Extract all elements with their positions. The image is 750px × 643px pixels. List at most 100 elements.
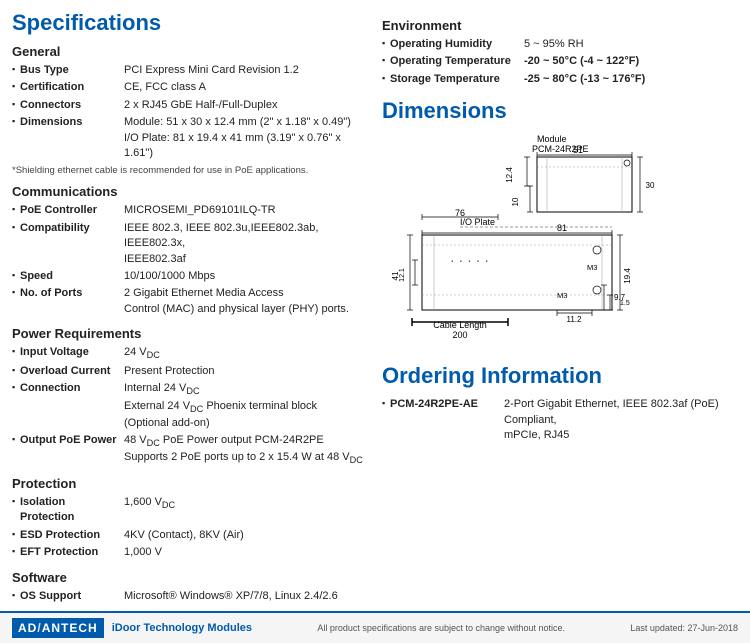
dim-30: 30 xyxy=(646,181,655,190)
table-row: Overload Current Present Protection xyxy=(12,363,366,380)
logo-ad: AD xyxy=(18,621,37,635)
table-row: Connection Internal 24 VDCExternal 24 VD… xyxy=(12,380,366,431)
advantech-logo: AD/ANTECH xyxy=(12,618,104,638)
value: 1,600 VDC xyxy=(122,494,366,527)
value: 1,000 V xyxy=(122,544,366,561)
circle-1 xyxy=(593,246,601,254)
label: Bus Type xyxy=(12,62,122,79)
label: ESD Protection xyxy=(12,527,122,544)
dim-10: 10 xyxy=(511,197,520,206)
module-label: Module xyxy=(537,134,567,144)
value: 5 ~ 95% RH xyxy=(522,36,738,53)
logo-antech: ANTECH xyxy=(42,621,98,635)
circle-2 xyxy=(593,286,601,294)
table-row: Input Voltage 24 VDC xyxy=(12,344,366,363)
label: Compatibility xyxy=(12,220,122,268)
label: Output PoE Power xyxy=(12,432,122,468)
circle-detail xyxy=(624,160,630,166)
value: 24 VDC xyxy=(122,344,366,363)
dimensions-svg: Module PCM-24R2PE 51 xyxy=(382,130,722,350)
table-row: Storage Temperature -25 ~ 80°C (-13 ~ 17… xyxy=(382,71,738,88)
label: Operating Humidity xyxy=(382,36,522,53)
value: 10/100/1000 Mbps xyxy=(122,268,366,285)
cable-length-value: 200 xyxy=(452,330,467,340)
value: CE, FCC class A xyxy=(122,79,366,96)
table-row: Bus Type PCI Express Mini Card Revision … xyxy=(12,62,366,79)
protection-heading: Protection xyxy=(12,476,366,491)
value: -25 ~ 80°C (-13 ~ 176°F) xyxy=(522,71,738,88)
value: -20 ~ 50°C (-4 ~ 122°F) xyxy=(522,53,738,70)
footer-module-label: iDoor Technology Modules xyxy=(112,622,252,634)
m3-label-2: M3 xyxy=(587,263,597,272)
environment-heading: Environment xyxy=(382,18,738,33)
label: Storage Temperature xyxy=(382,71,522,88)
table-row: Speed 10/100/1000 Mbps xyxy=(12,268,366,285)
value: Present Protection xyxy=(122,363,366,380)
table-row: PoE Controller MICROSEMI_PD69101ILQ-TR xyxy=(12,202,366,219)
label: No. of Ports xyxy=(12,285,122,318)
dim-12-4: 12.4 xyxy=(505,167,514,183)
environment-table: Operating Humidity 5 ~ 95% RH Operating … xyxy=(382,36,738,88)
label: Certification xyxy=(12,79,122,96)
table-row: No. of Ports 2 Gigabit Ethernet Media Ac… xyxy=(12,285,366,318)
dots-pattern: · · · · · xyxy=(450,252,489,268)
left-column: Specifications General Bus Type PCI Expr… xyxy=(12,10,382,605)
table-row: ESD Protection 4KV (Contact), 8KV (Air) xyxy=(12,527,366,544)
dim-19-4: 19.4 xyxy=(623,268,632,284)
power-table: Input Voltage 24 VDC Overload Current Pr… xyxy=(12,344,366,468)
value: 4KV (Contact), 8KV (Air) xyxy=(122,527,366,544)
label: PoE Controller xyxy=(12,202,122,219)
table-row: EFT Protection 1,000 V xyxy=(12,544,366,561)
table-row: Operating Humidity 5 ~ 95% RH xyxy=(382,36,738,53)
value: 2-Port Gigabit Ethernet, IEEE 802.3af (P… xyxy=(502,395,738,445)
ordering-heading: Ordering Information xyxy=(382,363,738,389)
content-area: Specifications General Bus Type PCI Expr… xyxy=(0,0,750,611)
value: Module: 51 x 30 x 12.4 mm (2" x 1.18" x … xyxy=(122,114,366,162)
communications-table: PoE Controller MICROSEMI_PD69101ILQ-TR C… xyxy=(12,202,366,318)
power-heading: Power Requirements xyxy=(12,326,366,341)
value: 2 Gigabit Ethernet Media AccessControl (… xyxy=(122,285,366,318)
label: Connectors xyxy=(12,97,122,114)
value: Internal 24 VDCExternal 24 VDC Phoenix t… xyxy=(122,380,366,431)
table-row: Output PoE Power 48 VDC PoE Power output… xyxy=(12,432,366,468)
label: Overload Current xyxy=(12,363,122,380)
value: Microsoft® Windows® XP/7/8, Linux 2.4/2.… xyxy=(122,588,366,605)
label: Isolation Protection xyxy=(12,494,122,527)
table-row: Operating Temperature -20 ~ 50°C (-4 ~ 1… xyxy=(382,53,738,70)
label: OS Support xyxy=(12,588,122,605)
table-row: Dimensions Module: 51 x 30 x 12.4 mm (2"… xyxy=(12,114,366,162)
dim-12-1: 12.1 xyxy=(399,268,406,282)
dim-81: 81 xyxy=(557,223,567,233)
value: 2 x RJ45 GbE Half-/Full-Duplex xyxy=(122,97,366,114)
footer: AD/ANTECH iDoor Technology Modules All p… xyxy=(0,611,750,643)
dim-51: 51 xyxy=(573,145,583,155)
right-column: Environment Operating Humidity 5 ~ 95% R… xyxy=(382,10,738,605)
label: Dimensions xyxy=(12,114,122,162)
value: MICROSEMI_PD69101ILQ-TR xyxy=(122,202,366,219)
label: Input Voltage xyxy=(12,344,122,363)
dimensions-diagram: Module PCM-24R2PE 51 xyxy=(382,130,738,353)
page-title: Specifications xyxy=(12,10,366,36)
m3-label-1: M3 xyxy=(557,291,567,300)
io-plate-rect xyxy=(422,235,612,310)
footer-date: Last updated: 27-Jun-2018 xyxy=(630,623,738,633)
ordering-table: PCM-24R2PE-AE 2-Port Gigabit Ethernet, I… xyxy=(382,395,738,445)
dim-11-2: 11.2 xyxy=(567,315,583,324)
label: EFT Protection xyxy=(12,544,122,561)
general-heading: General xyxy=(12,44,366,59)
general-note: *Shielding ethernet cable is recommended… xyxy=(12,165,366,176)
table-row: OS Support Microsoft® Windows® XP/7/8, L… xyxy=(12,588,366,605)
page: Specifications General Bus Type PCI Expr… xyxy=(0,0,750,643)
software-table: OS Support Microsoft® Windows® XP/7/8, L… xyxy=(12,588,366,605)
table-row: Compatibility IEEE 802.3, IEEE 802.3u,IE… xyxy=(12,220,366,268)
value: 48 VDC PoE Power output PCM-24R2PESuppor… xyxy=(122,432,366,468)
label: Connection xyxy=(12,380,122,431)
table-row: PCM-24R2PE-AE 2-Port Gigabit Ethernet, I… xyxy=(382,395,738,445)
footer-brand-area: AD/ANTECH iDoor Technology Modules xyxy=(12,618,252,638)
dim-1-5: 1.5 xyxy=(620,300,630,307)
software-heading: Software xyxy=(12,570,366,585)
io-plate-label: I/O Plate xyxy=(460,217,495,227)
label: Speed xyxy=(12,268,122,285)
communications-heading: Communications xyxy=(12,184,366,199)
footer-note: All product specifications are subject t… xyxy=(317,623,565,633)
